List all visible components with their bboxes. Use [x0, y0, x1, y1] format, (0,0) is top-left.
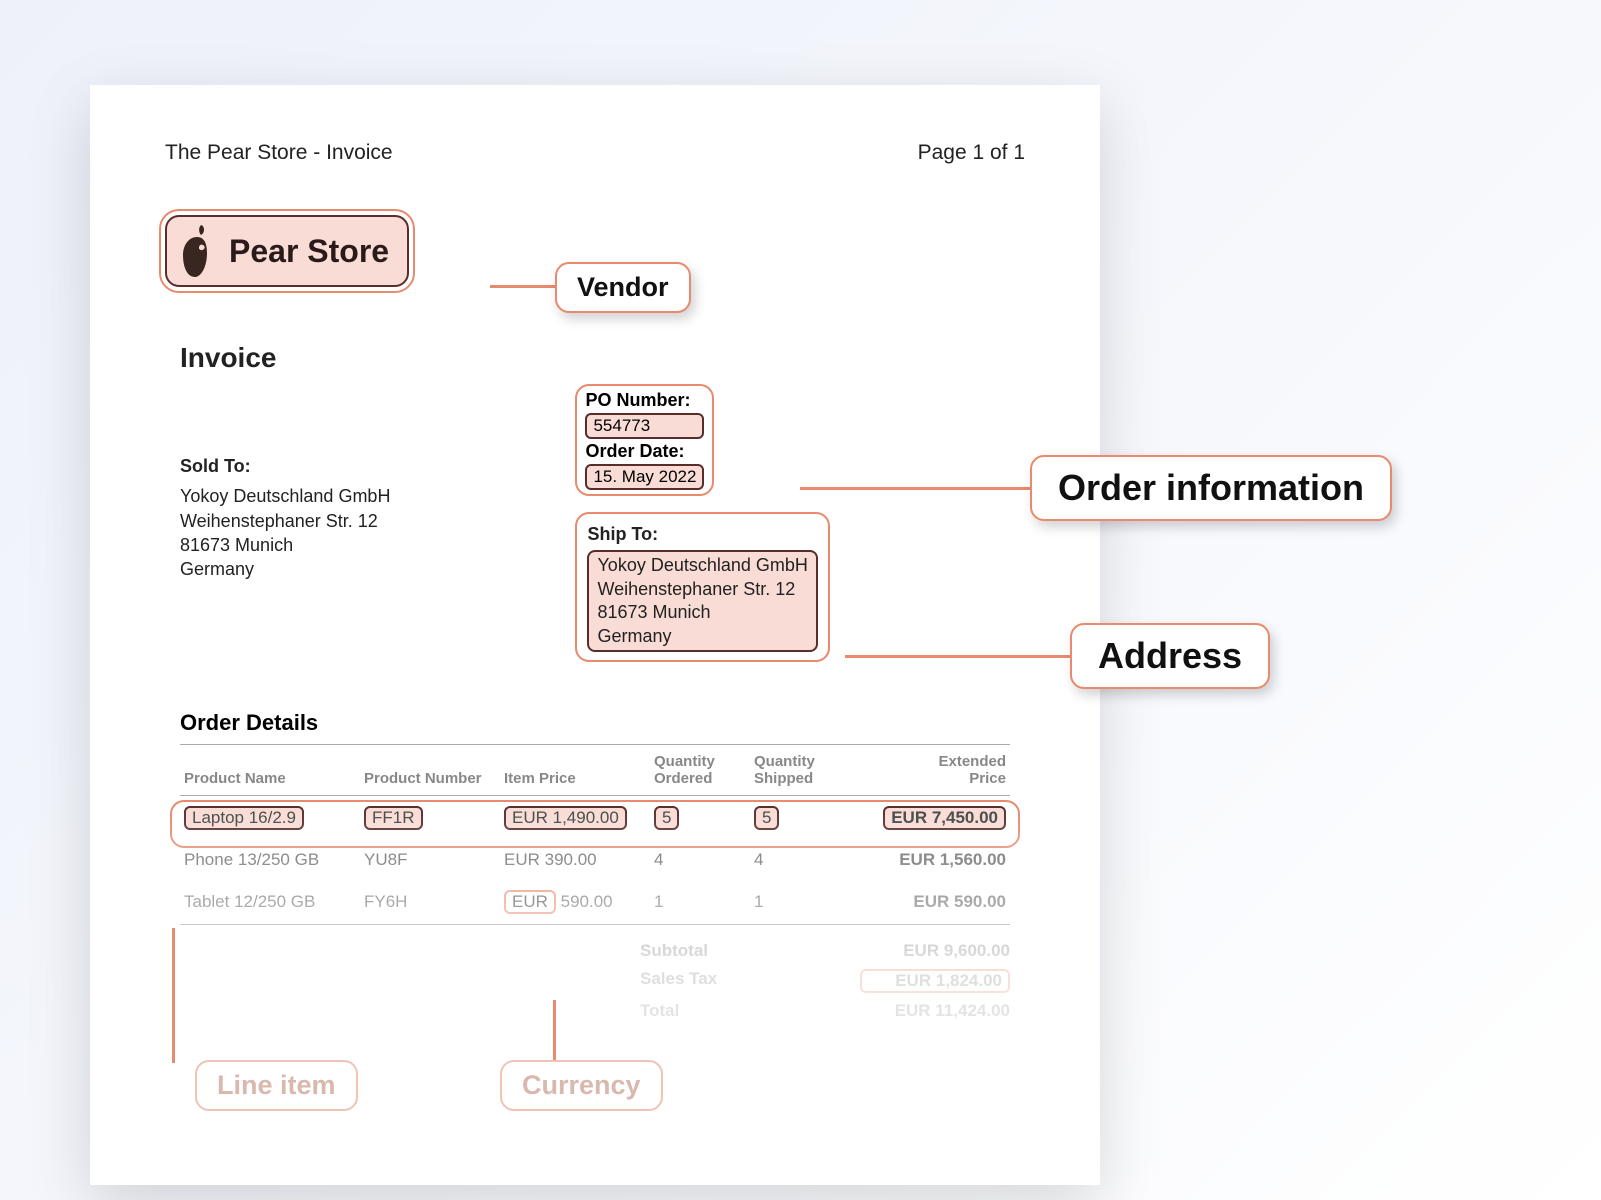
line-item-price: EUR 590.00 [500, 880, 650, 924]
line-extended-price: EUR 590.00 [850, 880, 1010, 924]
line-product-name: Phone 13/250 GB [180, 840, 360, 880]
po-number-label: PO Number: [585, 390, 704, 411]
line-product-number: FY6H [360, 880, 500, 924]
document-title: The Pear Store - Invoice [165, 141, 393, 165]
order-details-heading: Order Details [180, 710, 1010, 736]
order-info-block: PO Number: 554773 Order Date: 15. May 20… [575, 384, 829, 496]
invoice-heading: Invoice [180, 342, 1100, 374]
ship-to-label: Ship To: [587, 522, 817, 546]
line-qty-shipped: 5 [754, 806, 779, 830]
col-qty-shipped: QuantityShipped [750, 745, 850, 796]
currency-callout: Currency [500, 1060, 663, 1111]
right-info-column: PO Number: 554773 Order Date: 15. May 20… [575, 394, 829, 662]
ship-to-street: Weihenstephaner Str. 12 [597, 578, 807, 601]
line-qty-shipped: 1 [750, 880, 850, 924]
page-indicator: Page 1 of 1 [918, 141, 1025, 165]
ship-to-highlight: Ship To: Yokoy Deutschland GmbH Weihenst… [575, 512, 829, 662]
line-qty-ordered: 4 [650, 840, 750, 880]
pear-icon [177, 223, 217, 279]
sold-to-city: 81673 Munich [180, 533, 390, 557]
ship-to-address: Yokoy Deutschland GmbH Weihenstephaner S… [587, 550, 817, 652]
line-extended-price: EUR 1,560.00 [850, 840, 1010, 880]
sold-to-label: Sold To: [180, 454, 390, 478]
connector-line [845, 655, 1075, 658]
address-callout: Address [1070, 623, 1270, 689]
sold-to-country: Germany [180, 557, 390, 581]
line-qty-shipped: 4 [750, 840, 850, 880]
table-row: Laptop 16/2.9 FF1R EUR 1,490.00 5 5 EUR … [180, 796, 1010, 841]
po-number-value: 554773 [585, 413, 704, 439]
col-qty-ordered: QuantityOrdered [650, 745, 750, 796]
ship-to-block: Ship To: Yokoy Deutschland GmbH Weihenst… [575, 512, 829, 662]
vendor-callout: Vendor [555, 262, 691, 313]
line-qty-ordered: 1 [650, 880, 750, 924]
vendor-logo-box: Pear Store [165, 215, 409, 287]
invoice-page: The Pear Store - Invoice Page 1 of 1 Pea… [90, 85, 1100, 1185]
col-item-price: Item Price [500, 745, 650, 796]
vendor-name: Pear Store [229, 233, 389, 270]
connector-line [800, 487, 1035, 490]
sold-to-street: Weihenstephaner Str. 12 [180, 509, 390, 533]
table-row: Tablet 12/250 GB FY6H EUR 590.00 1 1 EUR… [180, 880, 1010, 924]
line-product-number: FF1R [364, 806, 423, 830]
col-product-name: Product Name [180, 745, 360, 796]
order-date-value: 15. May 2022 [585, 464, 704, 490]
page-header: The Pear Store - Invoice Page 1 of 1 [90, 141, 1100, 165]
tax-label: Sales Tax [640, 969, 800, 993]
connector-line [490, 285, 560, 288]
info-row: Sold To: Yokoy Deutschland GmbH Weihenst… [90, 394, 1100, 662]
sold-to-name: Yokoy Deutschland GmbH [180, 484, 390, 508]
table-row: Phone 13/250 GB YU8F EUR 390.00 4 4 EUR … [180, 840, 1010, 880]
order-date-label: Order Date: [585, 441, 704, 462]
ship-to-name: Yokoy Deutschland GmbH [597, 554, 807, 577]
ship-to-country: Germany [597, 625, 807, 648]
order-details-section: Order Details Product Name Product Numbe… [180, 710, 1010, 925]
order-table: Product Name Product Number Item Price Q… [180, 744, 1010, 925]
line-extended-price: EUR 7,450.00 [883, 806, 1006, 830]
line-item-callout: Line item [195, 1060, 358, 1111]
total-label: Total [640, 1001, 800, 1021]
col-product-number: Product Number [360, 745, 500, 796]
line-product-name: Laptop 16/2.9 [184, 806, 304, 830]
connector-line [172, 928, 175, 1063]
totals-block: Subtotal EUR 9,600.00 Sales Tax EUR 1,824.… [90, 941, 1010, 1021]
line-item-price: EUR 1,490.00 [504, 806, 627, 830]
ship-to-city: 81673 Munich [597, 601, 807, 624]
tax-value: EUR 1,824.00 [860, 969, 1010, 993]
connector-line [553, 1000, 556, 1060]
col-extended-price: ExtendedPrice [850, 745, 1010, 796]
line-product-number: YU8F [360, 840, 500, 880]
order-info-callout: Order information [1030, 455, 1392, 521]
total-value: EUR 11,424.00 [860, 1001, 1010, 1021]
line-qty-ordered: 5 [654, 806, 679, 830]
currency-highlight: EUR [504, 890, 556, 914]
sold-to-block: Sold To: Yokoy Deutschland GmbH Weihenst… [180, 454, 390, 581]
subtotal-value: EUR 9,600.00 [860, 941, 1010, 961]
subtotal-label: Subtotal [640, 941, 800, 961]
order-info-highlight: PO Number: 554773 Order Date: 15. May 20… [575, 384, 714, 496]
line-product-name: Tablet 12/250 GB [180, 880, 360, 924]
line-item-price: EUR 390.00 [500, 840, 650, 880]
